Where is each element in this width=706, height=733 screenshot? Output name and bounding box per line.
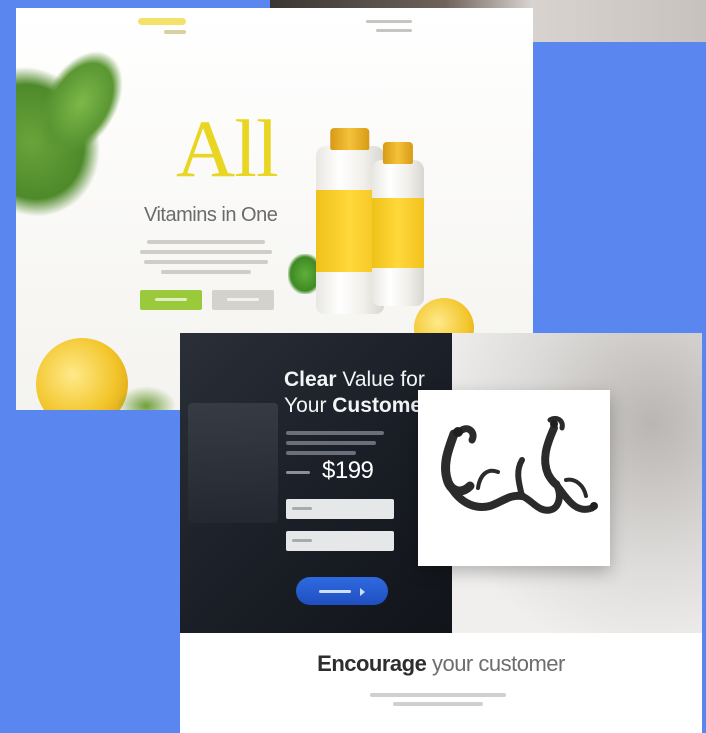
vitamin-secondary-button[interactable]: [212, 290, 274, 310]
hero-photo-shape: [188, 403, 278, 523]
name-input[interactable]: [286, 499, 394, 519]
vitamin-header: [16, 8, 533, 54]
section-heading: Encourage your customer: [317, 651, 565, 676]
juice-bottle-image: [372, 142, 424, 306]
vitamin-description: [140, 240, 272, 280]
lemon-image: [36, 338, 128, 410]
vitamin-logo: [138, 18, 198, 44]
section-description: [370, 693, 506, 711]
cta-button[interactable]: [296, 577, 388, 605]
email-input[interactable]: [286, 531, 394, 551]
arrow-right-icon: [359, 587, 365, 596]
vitamin-title: All: [176, 103, 279, 194]
vitamin-primary-button[interactable]: [140, 290, 202, 310]
hero-dark-panel: Clear Value for Your Customer $199: [180, 333, 452, 633]
price-label: [286, 467, 310, 478]
vitamin-subtitle: Vitamins in One: [144, 204, 278, 226]
sketch-card: [418, 390, 610, 566]
price-value: $199: [322, 457, 374, 484]
mint-leaf-image: [116, 386, 176, 410]
climber-sketch-icon: [441, 415, 598, 514]
vitamin-nav: [366, 20, 426, 38]
